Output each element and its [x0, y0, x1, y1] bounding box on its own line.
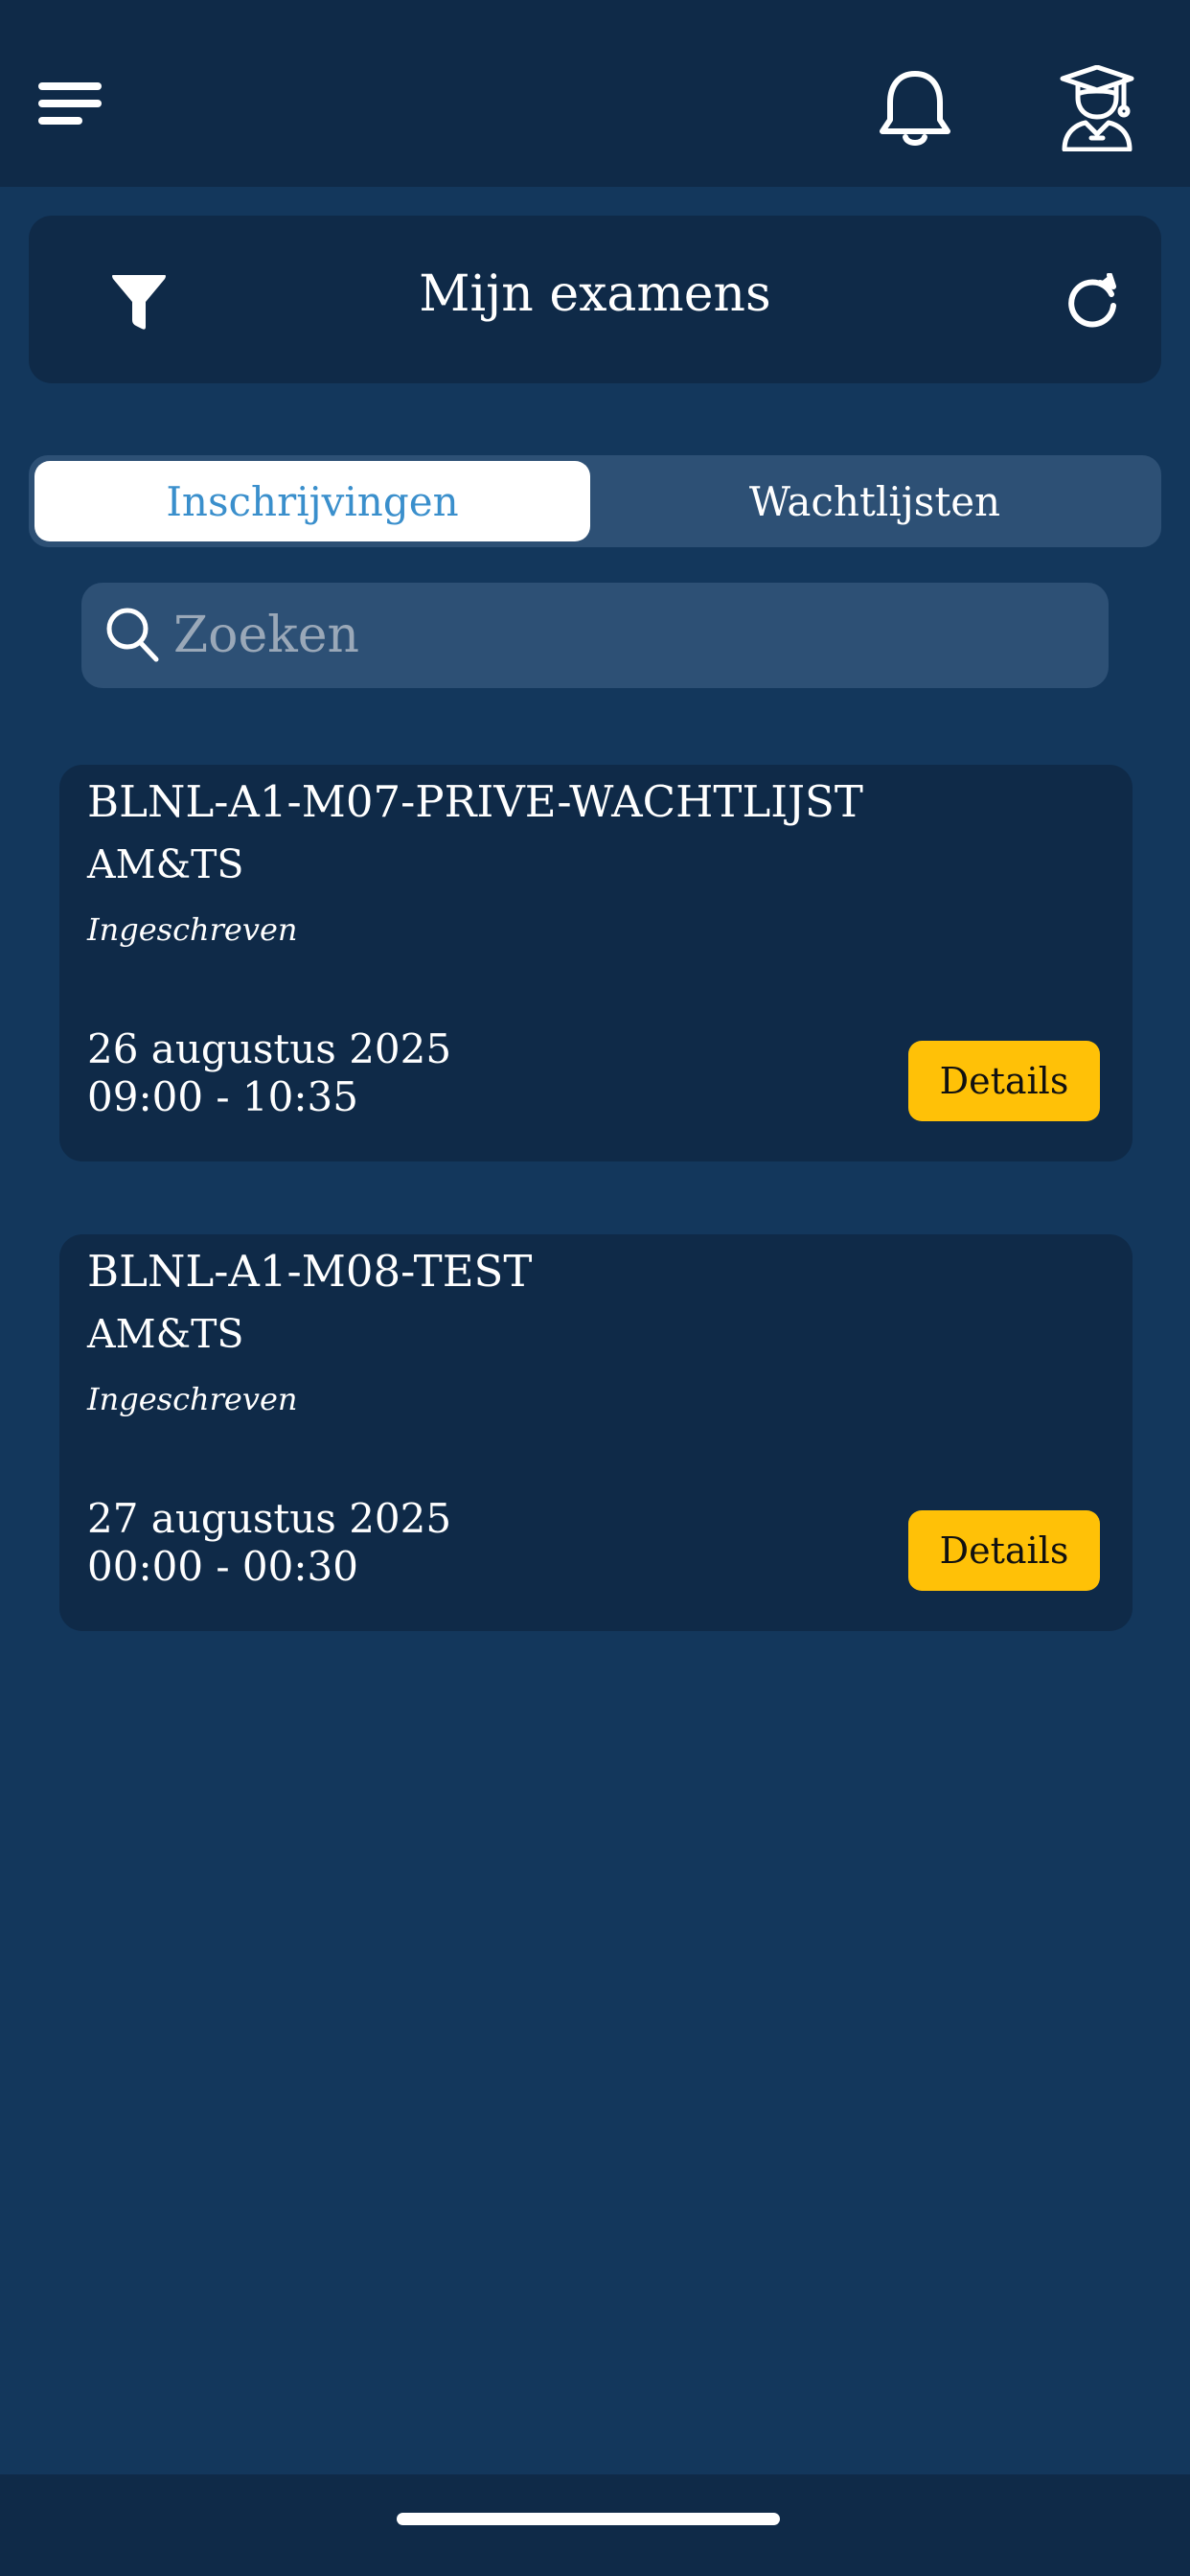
- exam-code: BLNL-A1-M07-PRIVE-WACHTLIJST: [87, 776, 863, 827]
- exam-organization: AM&TS: [87, 841, 244, 887]
- search-bar: [81, 583, 1109, 688]
- exam-date: 26 augustus 2025: [87, 1025, 452, 1072]
- tab-inschrijvingen[interactable]: Inschrijvingen: [34, 461, 590, 541]
- bottom-safe-area: [0, 2474, 1190, 2576]
- page-header-card: Mijn examens: [29, 216, 1161, 383]
- top-app-bar: [0, 0, 1190, 187]
- app-screen: Mijn examens Inschrijvingen Wachtlijsten…: [0, 0, 1190, 2576]
- search-input[interactable]: [168, 583, 1109, 688]
- tab-switcher: Inschrijvingen Wachtlijsten: [29, 455, 1161, 547]
- home-indicator[interactable]: [397, 2513, 780, 2525]
- search-icon: [81, 583, 168, 688]
- exam-date: 27 augustus 2025: [87, 1495, 452, 1542]
- graduate-student-icon[interactable]: [1044, 56, 1150, 161]
- exam-status: Ingeschreven: [87, 911, 298, 948]
- exam-card: BLNL-A1-M08-TEST AM&TS Ingeschreven 27 a…: [59, 1234, 1133, 1631]
- bell-icon[interactable]: [862, 56, 968, 161]
- exam-time: 00:00 - 00:30: [87, 1543, 358, 1590]
- exam-time: 09:00 - 10:35: [87, 1073, 358, 1120]
- exam-organization: AM&TS: [87, 1311, 244, 1357]
- exam-status: Ingeschreven: [87, 1381, 298, 1417]
- details-button[interactable]: Details: [908, 1041, 1100, 1121]
- refresh-icon[interactable]: [1044, 254, 1140, 350]
- tab-wachtlijsten[interactable]: Wachtlijsten: [594, 461, 1156, 541]
- page-title: Mijn examens: [419, 265, 771, 323]
- details-button[interactable]: Details: [908, 1510, 1100, 1591]
- exam-code: BLNL-A1-M08-TEST: [87, 1246, 533, 1297]
- exam-card: BLNL-A1-M07-PRIVE-WACHTLIJST AM&TS Inges…: [59, 765, 1133, 1162]
- hamburger-menu-icon[interactable]: [29, 59, 111, 146]
